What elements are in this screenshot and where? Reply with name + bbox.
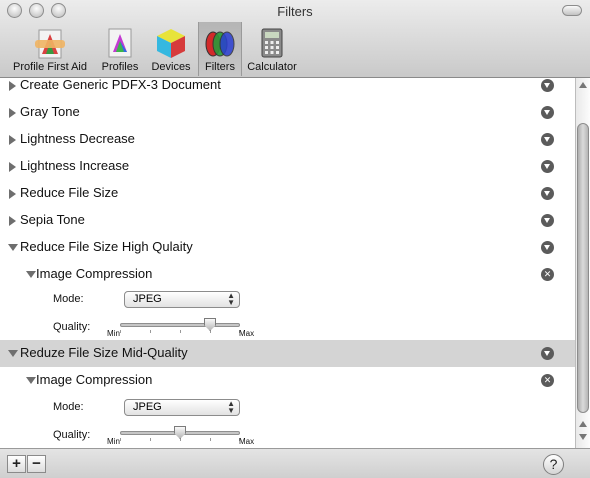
list-item[interactable]: Image Compression ✕ <box>0 367 575 394</box>
filter-name: Lightness Decrease <box>20 131 135 146</box>
filter-menu-icon[interactable] <box>541 214 554 227</box>
tab-label: Calculator <box>247 61 297 73</box>
slider-thumb[interactable] <box>204 318 216 331</box>
quality-slider[interactable] <box>120 318 240 333</box>
slider-tick <box>180 330 181 333</box>
mode-label: Mode: <box>53 293 84 305</box>
filter-menu-icon[interactable] <box>541 133 554 146</box>
remove-component-icon[interactable]: ✕ <box>541 268 554 281</box>
help-button[interactable]: ? <box>543 454 564 475</box>
profile-first-aid-icon <box>35 29 65 59</box>
slider-tick <box>150 438 151 441</box>
mode-value: JPEG <box>133 401 162 413</box>
filter-menu-icon[interactable] <box>541 187 554 200</box>
add-button[interactable]: + <box>7 455 26 473</box>
filter-menu-icon[interactable] <box>541 79 554 92</box>
filter-name: Create Generic PDFX-3 Document <box>20 78 221 92</box>
mode-select[interactable]: JPEG ▲ ▼ <box>124 291 240 308</box>
disclosure-triangle-icon[interactable] <box>26 271 36 278</box>
title-bar: Filters Profile First Aid Profiles Devic… <box>0 0 590 78</box>
scroll-up-arrow-icon[interactable] <box>579 82 587 88</box>
slider-thumb[interactable] <box>174 426 186 439</box>
tab-label: Profile First Aid <box>13 61 87 73</box>
mode-select[interactable]: JPEG ▲ ▼ <box>124 399 240 416</box>
component-name: Image Compression <box>36 372 153 387</box>
slider-tick <box>150 330 151 333</box>
list-item[interactable]: Image Compression ✕ <box>0 261 575 288</box>
list-item[interactable]: Create Generic PDFX-3 Document <box>0 78 575 99</box>
window-title: Filters <box>277 4 313 19</box>
list-item[interactable]: Sepia Tone <box>0 207 575 234</box>
disclosure-triangle-icon[interactable] <box>8 350 18 357</box>
tab-profile-first-aid[interactable]: Profile First Aid <box>6 22 94 76</box>
remove-component-icon[interactable]: ✕ <box>541 374 554 387</box>
popup-arrows-icon: ▲ ▼ <box>227 399 235 415</box>
devices-icon <box>157 29 185 58</box>
disclosure-triangle-icon[interactable] <box>9 162 16 172</box>
vertical-scrollbar[interactable] <box>575 78 590 448</box>
filter-list: Create Generic PDFX-3 Document Gray Tone… <box>0 78 590 448</box>
tab-filters[interactable]: Filters <box>198 22 242 76</box>
tab-label: Filters <box>205 61 235 73</box>
disclosure-triangle-icon[interactable] <box>9 189 16 199</box>
disclosure-triangle-icon[interactable] <box>9 135 16 145</box>
profiles-icon <box>108 28 132 58</box>
filter-name: Sepia Tone <box>20 212 85 227</box>
list-item[interactable]: Reduce File Size <box>0 180 575 207</box>
disclosure-triangle-icon[interactable] <box>26 377 36 384</box>
filter-menu-icon[interactable] <box>541 106 554 119</box>
filter-name: Reduze File Size Mid-Quality <box>20 345 188 360</box>
tab-calculator[interactable]: Calculator <box>244 22 300 76</box>
mode-label: Mode: <box>53 401 84 413</box>
list-item[interactable]: Reduce File Size High Qulaity <box>0 234 575 261</box>
component-name: Image Compression <box>36 266 153 281</box>
list-item[interactable]: Lightness Decrease <box>0 126 575 153</box>
popup-arrows-icon: ▲ ▼ <box>227 291 235 307</box>
slider-max-label: Max <box>239 437 255 446</box>
slider-track <box>120 323 240 327</box>
tab-label: Profiles <box>101 61 139 73</box>
tab-label: Devices <box>151 61 191 73</box>
scroll-down-arrow-icon[interactable] <box>579 434 587 440</box>
slider-tick <box>120 330 121 333</box>
slider-min-label: Min <box>107 437 120 446</box>
toolbar-toggle-button[interactable] <box>562 5 582 16</box>
mode-value: JPEG <box>133 293 162 305</box>
disclosure-triangle-icon[interactable] <box>9 81 16 91</box>
filter-menu-icon[interactable] <box>541 347 554 360</box>
slider-min-label: Min <box>107 329 120 338</box>
bottom-bar: + − ? <box>0 448 590 478</box>
filter-name: Reduce File Size High Qulaity <box>20 239 193 254</box>
quality-label: Quality: <box>53 321 91 333</box>
list-item[interactable]: Reduze File Size Mid-Quality <box>0 340 575 367</box>
disclosure-triangle-icon[interactable] <box>8 244 18 251</box>
slider-tick <box>210 438 211 441</box>
quality-slider[interactable] <box>120 426 240 441</box>
list-item[interactable]: Gray Tone <box>0 99 575 126</box>
filter-name: Reduce File Size <box>20 185 119 200</box>
remove-button[interactable]: − <box>27 455 46 473</box>
calculator-icon <box>261 28 283 58</box>
slider-tick <box>120 438 121 441</box>
tab-profiles[interactable]: Profiles <box>97 22 143 76</box>
filter-menu-icon[interactable] <box>541 241 554 254</box>
filter-menu-icon[interactable] <box>541 160 554 173</box>
scroll-up-arrow-icon[interactable] <box>579 421 587 427</box>
list-item[interactable]: Lightness Increase <box>0 153 575 180</box>
filter-name: Gray Tone <box>20 104 80 119</box>
slider-max-label: Max <box>239 329 255 338</box>
quality-label: Quality: <box>53 429 91 441</box>
tab-devices[interactable]: Devices <box>148 22 194 76</box>
filters-icon <box>205 31 235 57</box>
disclosure-triangle-icon[interactable] <box>9 108 16 118</box>
filter-name: Lightness Increase <box>20 158 130 173</box>
scrollbar-thumb[interactable] <box>577 123 589 413</box>
disclosure-triangle-icon[interactable] <box>9 216 16 226</box>
